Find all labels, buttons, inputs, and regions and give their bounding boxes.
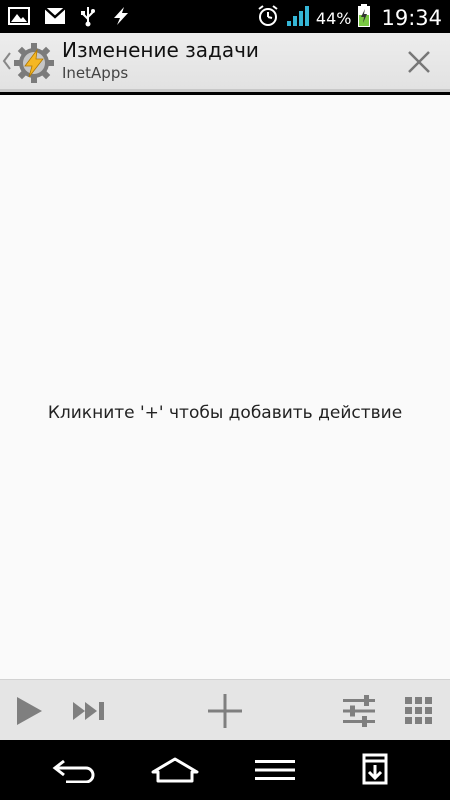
step-forward-icon [73,701,104,720]
usb-icon [80,5,96,31]
step-forward-button[interactable] [66,680,112,741]
home-button[interactable] [140,740,210,800]
alarm-clock-icon [256,4,280,32]
battery-percent: 44% [315,8,352,28]
picture-icon [8,6,30,30]
page-subtitle: InetApps [62,64,129,82]
tasker-app-icon[interactable] [12,41,56,89]
menu-icon [255,760,295,780]
grid-icon [405,696,432,724]
download-button[interactable] [340,740,410,800]
back-icon [52,759,95,783]
clock-time: 19:34 [381,6,442,30]
close-icon [408,51,430,73]
add-action-button[interactable] [202,680,248,741]
close-button[interactable] [404,47,434,77]
gmail-icon [44,7,66,29]
signal-icon [286,5,310,31]
download-icon [362,753,388,785]
empty-hint: Кликните '+' чтобы добавить действие [47,403,403,423]
home-icon [151,757,199,783]
play-button[interactable] [6,680,52,741]
play-icon [17,696,42,725]
menu-button[interactable] [240,740,310,800]
action-bar: Изменение задачи InetApps [0,33,450,92]
sliders-icon [343,694,375,727]
sliders-button[interactable] [336,680,382,741]
status-bar: 44% 19:34 [0,0,450,33]
bottom-toolbar [0,679,450,740]
add-icon [208,693,242,728]
action-list-area: Кликните '+' чтобы добавить действие [0,95,450,679]
page-title: Изменение задачи [62,38,259,62]
up-chevron-icon[interactable] [2,51,12,75]
grid-button[interactable] [396,680,442,741]
back-button[interactable] [40,740,110,800]
navigation-bar [0,740,450,800]
tasker-bolt-icon [110,6,132,30]
battery-charging-icon [357,4,371,32]
